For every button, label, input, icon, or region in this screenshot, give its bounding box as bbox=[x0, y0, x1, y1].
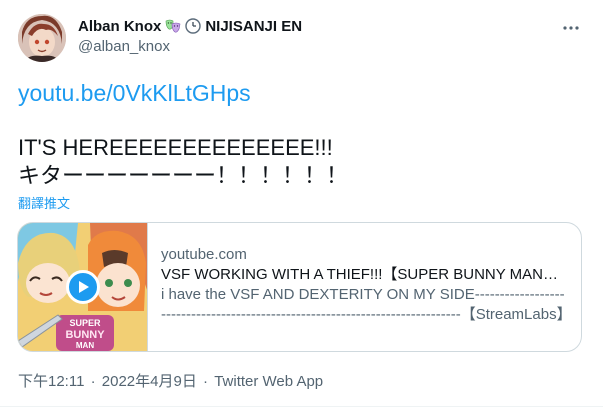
play-triangle-icon bbox=[79, 281, 89, 293]
card-description: i have the VSF AND DEXTERITY ON MY SIDE-… bbox=[161, 286, 569, 323]
name-row: Alban Knox NIJISANJI EN bbox=[78, 16, 543, 36]
tweet-date[interactable]: 2022年4月9日 bbox=[102, 373, 197, 390]
tweet-time[interactable]: 下午12:11 bbox=[18, 373, 84, 390]
avatar-image bbox=[18, 14, 66, 62]
tweet-link[interactable]: youtu.be/0VkKlLtGHps bbox=[18, 78, 585, 108]
author-handle[interactable]: @alban_knox bbox=[78, 38, 543, 55]
tweet-line-2: キターーーーーーー！！！！！！ bbox=[18, 163, 349, 188]
thumbnail-logo-line-3: MAN bbox=[76, 341, 94, 350]
display-name[interactable]: Alban Knox bbox=[78, 18, 161, 35]
play-icon[interactable] bbox=[66, 270, 100, 304]
avatar[interactable] bbox=[18, 14, 66, 62]
tweet-body: youtu.be/0VkKlLtGHps IT'S HEREEEEEEEEEEE… bbox=[18, 78, 585, 190]
card-title: VSF WORKING WITH A THIEF!!!【SUPER BUNNY … bbox=[161, 266, 569, 283]
meta-separator: · bbox=[90, 373, 96, 390]
theater-masks-icon bbox=[165, 18, 181, 34]
card-domain: youtube.com bbox=[161, 246, 247, 263]
tweet-metadata: 下午12:11 · 2022年4月9日 · Twitter Web App bbox=[18, 370, 323, 391]
thumbnail-logo-line-2: BUNNY bbox=[65, 329, 105, 341]
link-preview-card[interactable]: SUPER BUNNY MAN youtube.com VSF WORKING … bbox=[17, 222, 582, 352]
more-options-button[interactable] bbox=[557, 14, 585, 42]
affiliation-label: NIJISANJI EN bbox=[205, 17, 303, 35]
card-text: youtube.com VSF WORKING WITH A THIEF!!!【… bbox=[148, 223, 581, 351]
clock-icon bbox=[185, 18, 202, 34]
author-block: Alban Knox NIJISANJI EN @alban_knox bbox=[78, 16, 543, 56]
thumbnail-logo-line-1: SUPER bbox=[69, 318, 101, 328]
tweet-source-app[interactable]: Twitter Web App bbox=[214, 373, 323, 390]
tweet: Alban Knox NIJISANJI EN @alban_knox yout… bbox=[0, 0, 603, 407]
translate-tweet-link[interactable]: 翻譯推文 bbox=[18, 193, 70, 212]
meta-separator: · bbox=[203, 373, 209, 390]
more-horizontal-icon bbox=[563, 26, 579, 30]
tweet-line-1: IT'S HEREEEEEEEEEEEEEE!!! bbox=[18, 135, 333, 160]
card-thumbnail: SUPER BUNNY MAN bbox=[18, 223, 148, 351]
